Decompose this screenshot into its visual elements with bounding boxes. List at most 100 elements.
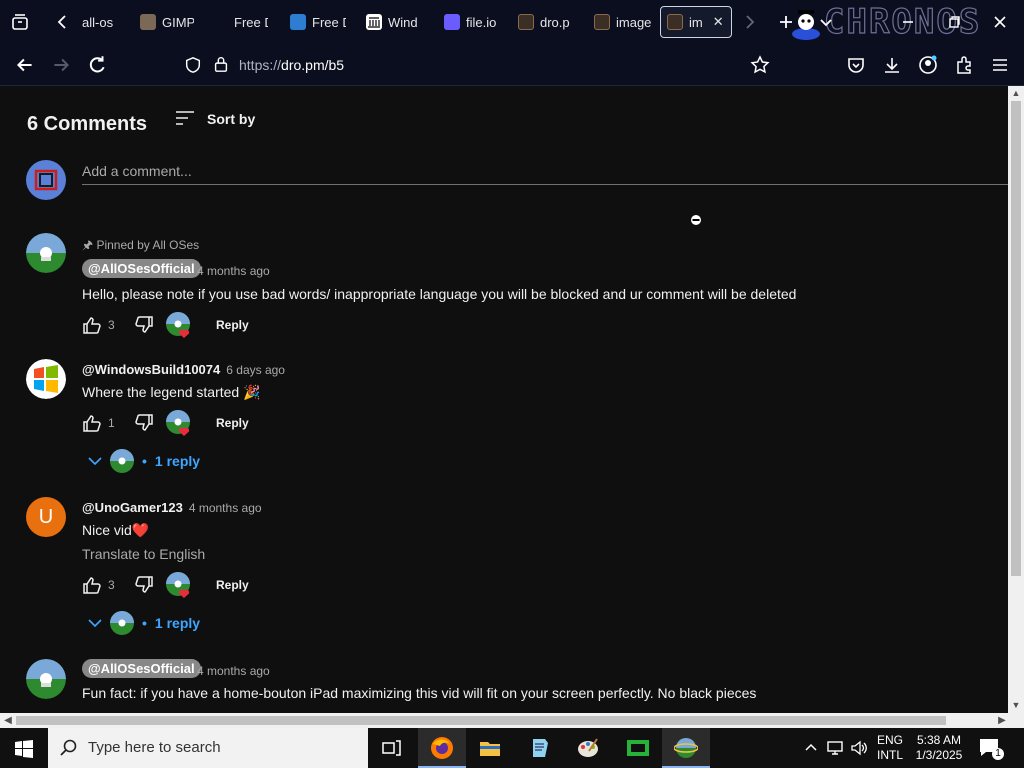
pinned-text: Pinned by All OSes [96,238,200,252]
like-count: 3 [108,578,115,592]
page-favicon-icon [518,14,534,30]
minimize-icon[interactable] [898,12,918,32]
tab-gimp[interactable]: GIMP [134,6,194,38]
tab-image[interactable]: image [588,6,652,38]
tab-active[interactable]: im ✕ [660,6,732,38]
scroll-thumb[interactable] [1011,101,1021,576]
scroll-right-icon[interactable]: ▶ [994,713,1010,728]
language-code: ENG [877,733,904,747]
creator-heart-icon [166,572,190,598]
paint-palette-icon [578,738,598,757]
list-tabs-chevron-icon[interactable] [816,12,836,32]
comment-author[interactable]: @WindowsBuild10074 6 days ago [82,362,285,377]
separator-dot: • [142,615,147,631]
horizontal-scrollbar[interactable]: ◀ ▶ [0,713,1024,728]
scroll-left-icon[interactable]: ◀ [0,713,16,728]
reply-button[interactable]: Reply [216,416,249,430]
comment-text: Hello, please note if you use bad words/… [82,286,797,302]
sort-by-button[interactable]: Sort by [175,110,255,128]
shield-icon[interactable] [184,56,202,74]
like-icon[interactable] [82,413,102,433]
new-tab-icon[interactable] [776,12,796,32]
reply-button[interactable]: Reply [216,578,249,592]
account-icon[interactable] [918,55,938,75]
scroll-down-icon[interactable]: ▼ [1008,698,1024,713]
forward-icon [54,58,70,72]
allos-logo-icon [26,233,66,273]
start-button[interactable] [0,728,48,768]
windows-taskbar: Type here to search ENG INTL 5:38 AM 1/3… [0,728,1024,768]
taskbar-app-green[interactable] [614,728,662,768]
network-icon[interactable] [826,739,844,757]
tab-free-d-1[interactable]: Free D [206,6,268,38]
clock[interactable]: 5:38 AM 1/3/2025 [914,733,964,763]
tab-all-os[interactable]: all-os [76,6,134,38]
scroll-tabs-right-icon[interactable] [740,12,760,32]
taskbar-paint[interactable] [564,728,612,768]
author-avatar-letter[interactable]: U [26,497,66,537]
dislike-icon[interactable] [134,315,154,335]
back-icon[interactable] [14,54,36,76]
creator-heart-icon [166,312,190,338]
tab-free-d-2[interactable]: Free D [284,6,346,38]
comment-author-chip[interactable]: @AllOSesOfficial [82,259,201,278]
tab-dro-p[interactable]: dro.p [512,6,576,38]
author-avatar[interactable] [26,233,66,273]
gimp-favicon-icon [140,14,156,30]
extensions-icon[interactable] [954,55,974,75]
like-icon[interactable] [82,315,102,335]
replies-count: 1 reply [154,453,201,469]
menu-hamburger-icon[interactable] [990,55,1010,75]
scroll-tabs-left-icon[interactable] [52,12,72,32]
scroll-up-icon[interactable]: ▲ [1008,86,1024,101]
vertical-scrollbar[interactable]: ▲ ▼ [1008,86,1024,713]
comment-author[interactable]: @UnoGamer123 4 months ago [82,500,262,515]
cloud-favicon-icon [290,14,306,30]
comment-author-chip[interactable]: @AllOSesOfficial [82,659,201,678]
author-avatar[interactable] [26,659,66,699]
like-count: 1 [108,416,115,430]
tab-file-io[interactable]: file.io [438,6,500,38]
volume-icon[interactable] [850,739,868,757]
bookmark-star-icon[interactable] [750,55,770,75]
task-view-button[interactable] [368,728,416,768]
view-replies-button[interactable]: • 1 reply [88,610,200,636]
like-icon[interactable] [82,575,102,595]
view-replies-button[interactable]: • 1 reply [88,448,200,474]
translate-link[interactable]: Translate to English [82,546,205,562]
taskbar-firefox[interactable] [418,728,466,768]
sort-label: Sort by [207,111,256,127]
creator-heart-icon [166,410,190,436]
add-comment-input[interactable]: Add a comment... [82,163,1008,185]
pocket-icon[interactable] [846,55,866,75]
tab-wind[interactable]: Wind [360,6,422,38]
lock-icon[interactable] [212,55,230,73]
time-text: 6 days ago [226,363,285,377]
downloads-icon[interactable] [882,55,902,75]
show-hidden-icons-chevron-icon[interactable] [804,740,818,754]
taskbar-notepad[interactable] [516,728,564,768]
comment-time[interactable]: 4 months ago [191,263,270,278]
tab-label: dro.p [540,14,570,30]
wikipedia-favicon-icon [366,14,382,30]
address-bar-url[interactable]: https://dro.pm/b5 [239,57,344,73]
taskbar-file-explorer[interactable] [466,728,514,768]
taskbar-app-ie[interactable] [662,728,710,768]
scroll-thumb[interactable] [16,716,946,725]
green-window-app-icon [627,740,649,756]
restore-icon[interactable] [944,12,964,32]
comments-section: 6 Comments Sort by Add a comment... 🖈 Pi… [0,86,1008,713]
dislike-icon[interactable] [134,413,154,433]
language-indicator[interactable]: ENG INTL [877,733,903,763]
close-window-icon[interactable] [990,12,1010,32]
reload-icon[interactable] [86,54,108,76]
taskbar-search-box[interactable]: Type here to search [48,728,368,768]
comment-time[interactable]: 4 months ago [191,663,270,678]
tab-manager-icon[interactable] [10,12,30,32]
reply-button[interactable]: Reply [216,318,249,332]
comment-text: Fun fact: if you have a home-bouton iPad… [82,685,757,701]
dislike-icon[interactable] [134,575,154,595]
close-tab-icon[interactable]: ✕ [713,14,724,30]
notifications-button[interactable]: 1 [978,737,1008,760]
author-avatar[interactable] [26,359,66,399]
